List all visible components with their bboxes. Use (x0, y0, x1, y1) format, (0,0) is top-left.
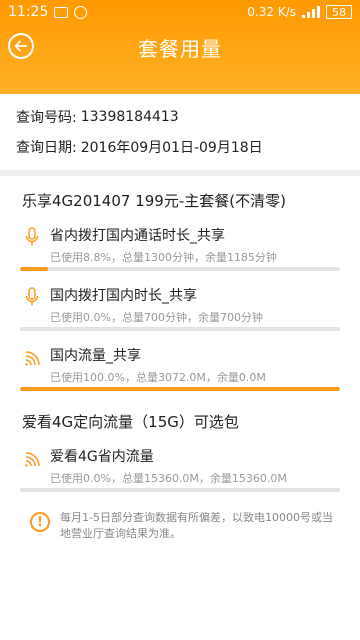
arrow-left-icon (14, 40, 27, 52)
usage-item: 国内流量_共享 已使用100.0%，总量3072.0M，余量0.0M (0, 331, 360, 391)
app-notification-icon (74, 5, 88, 19)
status-right: 0.32 K/s 58 (247, 5, 352, 19)
usage-item-name: 省内拨打国内通话时长_共享 (50, 228, 225, 244)
usage-item-name: 国内拨打国内时长_共享 (50, 288, 197, 304)
status-left: 11:25 (8, 4, 88, 20)
usage-progress-bar (20, 488, 340, 492)
usage-item: 省内拨打国内通话时长_共享 已使用8.8%，总量1300分钟，余量1185分钟 (0, 211, 360, 271)
status-time: 11:25 (8, 4, 49, 20)
usage-progress-fill (20, 387, 340, 391)
query-date-label: 查询日期: (16, 140, 77, 156)
query-info: 查询号码: 13398184413 查询日期: 2016年09月01日-09月1… (0, 94, 360, 170)
app-header: 11:25 0.32 K/s 58 套餐用量 (0, 0, 360, 94)
usage-item: 国内拨打国内时长_共享 已使用0.0%，总量700分钟，余量700分钟 (0, 271, 360, 331)
status-bar: 11:25 0.32 K/s 58 (0, 0, 360, 24)
notice: ! 每月1-5日部分查询数据有所偏差，以致电10000号或当地营业厅查询结果为准… (0, 492, 360, 542)
network-speed: 0.32 K/s (247, 5, 296, 19)
section-title: 乐享4G201407 199元-主套餐(不清零) (22, 192, 286, 210)
nav-bar: 套餐用量 (0, 24, 360, 70)
wifi-signal-icon (25, 351, 40, 366)
usage-item-name: 爱看4G省内流量 (50, 449, 154, 465)
query-number-row: 查询号码: 13398184413 (16, 102, 344, 132)
battery-icon: 58 (326, 5, 352, 19)
microphone-icon (25, 227, 39, 246)
query-number-value: 13398184413 (80, 109, 179, 125)
usage-progress-bar (20, 387, 340, 391)
query-number-label: 查询号码: (16, 110, 77, 126)
usage-item-detail: 已使用0.0%，总量15360.0M，余量15360.0M (50, 472, 287, 485)
usage-item-detail: 已使用8.8%，总量1300分钟，余量1185分钟 (50, 251, 277, 264)
usage-item-detail: 已使用0.0%，总量700分钟，余量700分钟 (50, 311, 263, 324)
image-notification-icon (54, 6, 69, 18)
package-section-optional: 爱看4G定向流量（15G）可选包 爱看4G省内流量 已使用0.0%，总量1536… (0, 407, 360, 492)
page-title: 套餐用量 (138, 36, 222, 61)
package-section-main: 乐享4G201407 199元-主套餐(不清零) 省内拨打国内通话时长_共享 已… (0, 176, 360, 391)
warning-icon: ! (30, 512, 50, 532)
microphone-icon (25, 287, 39, 306)
section-spacer (0, 399, 360, 407)
section-title: 爱看4G定向流量（15G）可选包 (22, 413, 239, 431)
usage-item-name: 国内流量_共享 (50, 348, 141, 364)
signal-icon (302, 6, 320, 18)
query-date-value: 2016年09月01日-09月18日 (80, 140, 263, 156)
usage-item-detail: 已使用100.0%，总量3072.0M，余量0.0M (50, 371, 266, 384)
wifi-signal-icon (25, 452, 40, 467)
query-date-row: 查询日期: 2016年09月01日-09月18日 (16, 132, 344, 162)
back-button[interactable] (8, 33, 34, 59)
notice-text: 每月1-5日部分查询数据有所偏差，以致电10000号或当地营业厅查询结果为准。 (60, 511, 333, 540)
usage-item: 爱看4G省内流量 已使用0.0%，总量15360.0M，余量15360.0M (0, 432, 360, 492)
